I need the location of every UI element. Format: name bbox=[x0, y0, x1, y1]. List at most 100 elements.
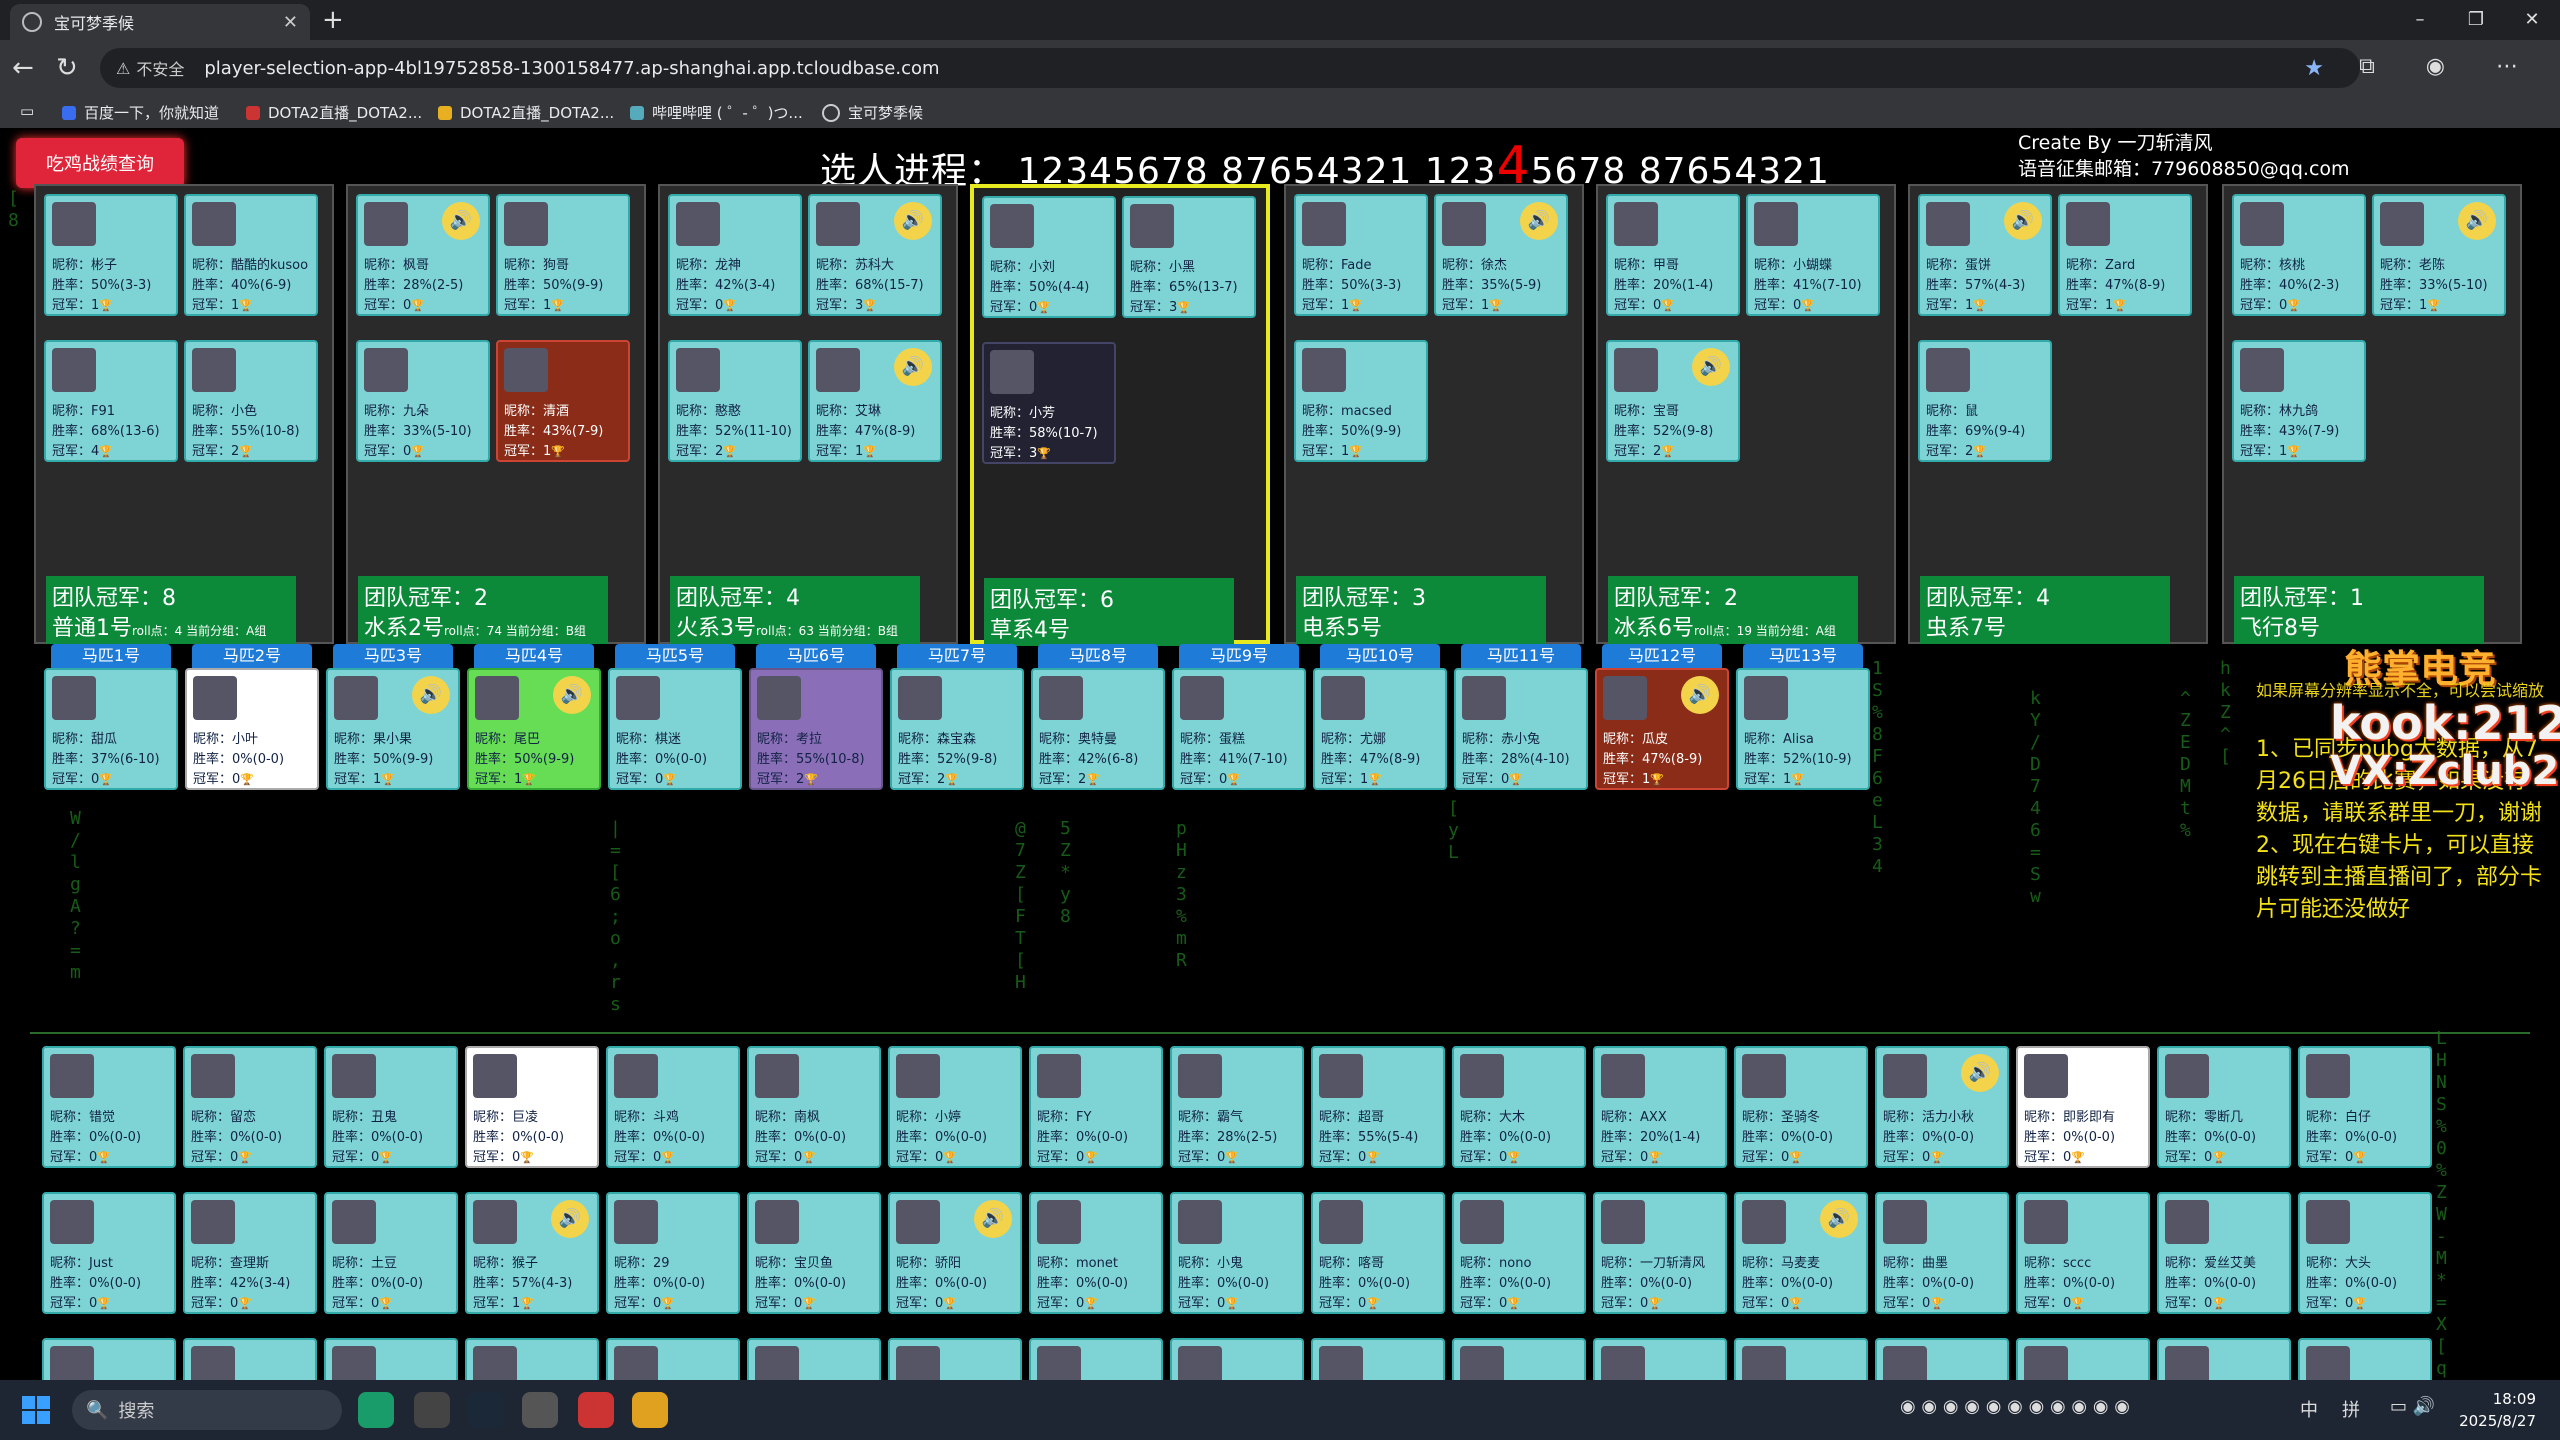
player-card[interactable]: 昵称：斗鸡 胜率：0%(0-0) 冠军：0🏆 bbox=[606, 1046, 740, 1168]
bookmark-3[interactable]: DOTA2直播_DOTA2... bbox=[438, 102, 614, 123]
player-card[interactable]: 昵称：龙神 胜率：42%(3-4) 冠军：0🏆 bbox=[668, 194, 802, 316]
player-card[interactable]: 昵称：憨憨 胜率：52%(11-10) 冠军：2🏆 bbox=[668, 340, 802, 462]
player-card[interactable]: 昵称：尤娜 胜率：47%(8-9) 冠军：1🏆 bbox=[1313, 668, 1447, 790]
speaker-icon[interactable]: 🔊 bbox=[1692, 348, 1730, 386]
app-icon[interactable] bbox=[414, 1392, 450, 1428]
player-card[interactable]: 昵称：Just 胜率：0%(0-0) 冠军：0🏆 bbox=[42, 1192, 176, 1314]
player-card[interactable]: 昵称：错觉 胜率：0%(0-0) 冠军：0🏆 bbox=[42, 1046, 176, 1168]
player-card[interactable]: 昵称：29 胜率：0%(0-0) 冠军：0🏆 bbox=[606, 1192, 740, 1314]
player-card[interactable]: 昵称：九朵 胜率：33%(5-10) 冠军：0🏆 bbox=[356, 340, 490, 462]
player-card[interactable]: 🔊 昵称：老陈 胜率：33%(5-10) 冠军：1🏆 bbox=[2372, 194, 2506, 316]
player-card[interactable]: 🔊 昵称：宝哥 胜率：52%(9-8) 冠军：2🏆 bbox=[1606, 340, 1740, 462]
speaker-icon[interactable]: 🔊 bbox=[551, 1200, 589, 1238]
player-card[interactable]: 昵称：彬子 胜率：50%(3-3) 冠军：1🏆 bbox=[44, 194, 178, 316]
player-card[interactable]: 昵称：monet 胜率：0%(0-0) 冠军：0🏆 bbox=[1029, 1192, 1163, 1314]
bookmark-5[interactable]: 宝可梦季候 bbox=[822, 102, 923, 123]
player-card[interactable]: 昵称：macsed 胜率：50%(9-9) 冠军：1🏆 bbox=[1294, 340, 1428, 462]
player-card[interactable]: 🔊 昵称：艾琳 胜率：47%(8-9) 冠军：1🏆 bbox=[808, 340, 942, 462]
player-card[interactable]: 昵称：甲哥 胜率：20%(1-4) 冠军：0🏆 bbox=[1606, 194, 1740, 316]
player-card[interactable]: 昵称：零断几 胜率：0%(0-0) 冠军：0🏆 bbox=[2157, 1046, 2291, 1168]
player-card[interactable]: 昵称：圣骑冬 胜率：0%(0-0) 冠军：0🏆 bbox=[1734, 1046, 1868, 1168]
player-card[interactable]: 昵称：Zard 胜率：47%(8-9) 冠军：1🏆 bbox=[2058, 194, 2192, 316]
speaker-icon[interactable]: 🔊 bbox=[2004, 202, 2042, 240]
player-card[interactable]: 🔊 昵称：苏科大 胜率：68%(15-7) 冠军：3🏆 bbox=[808, 194, 942, 316]
steam-icon[interactable] bbox=[468, 1392, 504, 1428]
player-card[interactable]: 🔊 昵称：猴子 胜率：57%(4-3) 冠军：1🏆 bbox=[465, 1192, 599, 1314]
bookmark-1[interactable]: 百度一下，你就知道 bbox=[62, 102, 219, 123]
player-card[interactable]: 昵称：鼠 胜率：69%(9-4) 冠军：2🏆 bbox=[1918, 340, 2052, 462]
player-card[interactable]: 昵称：森宝森 胜率：52%(9-8) 冠军：2🏆 bbox=[890, 668, 1024, 790]
browser-toolbar-icons[interactable]: ⧉ ◉ ⋯ bbox=[2359, 54, 2540, 79]
close-window-icon[interactable]: ✕ bbox=[2504, 0, 2560, 40]
player-card[interactable]: 昵称：清酒 胜率：43%(7-9) 冠军：1🏆 bbox=[496, 340, 630, 462]
reload-icon[interactable]: ↻ bbox=[56, 52, 78, 84]
player-card[interactable]: 昵称：sccc 胜率：0%(0-0) 冠军：0🏆 bbox=[2016, 1192, 2150, 1314]
player-card[interactable]: 昵称：赤小兔 胜率：28%(4-10) 冠军：0🏆 bbox=[1454, 668, 1588, 790]
ime-indicator[interactable]: 中 bbox=[2300, 1396, 2318, 1422]
player-card[interactable]: 昵称：狗哥 胜率：50%(9-9) 冠军：1🏆 bbox=[496, 194, 630, 316]
player-card[interactable]: 昵称：小鬼 胜率：0%(0-0) 冠军：0🏆 bbox=[1170, 1192, 1304, 1314]
bookmarks-icon[interactable]: ▭ bbox=[20, 102, 34, 120]
player-card[interactable]: 昵称：小蝴蝶 胜率：41%(7-10) 冠军：0🏆 bbox=[1746, 194, 1880, 316]
player-card[interactable]: 昵称：丑鬼 胜率：0%(0-0) 冠军：0🏆 bbox=[324, 1046, 458, 1168]
pubg-query-button[interactable]: 吃鸡战绩查询 bbox=[16, 138, 184, 188]
player-card[interactable]: 昵称：大木 胜率：0%(0-0) 冠军：0🏆 bbox=[1452, 1046, 1586, 1168]
player-card[interactable]: 🔊 昵称：瓜皮 胜率：47%(8-9) 冠军：1🏆 bbox=[1595, 668, 1729, 790]
player-card[interactable]: 昵称：AXX 胜率：20%(1-4) 冠军：0🏆 bbox=[1593, 1046, 1727, 1168]
player-card[interactable]: 🔊 昵称：活力小秋 胜率：0%(0-0) 冠军：0🏆 bbox=[1875, 1046, 2009, 1168]
speaker-icon[interactable]: 🔊 bbox=[894, 348, 932, 386]
player-card[interactable]: 🔊 昵称：徐杰 胜率：35%(5-9) 冠军：1🏆 bbox=[1434, 194, 1568, 316]
player-card[interactable]: 昵称：蛋糕 胜率：41%(7-10) 冠军：0🏆 bbox=[1172, 668, 1306, 790]
windows-start-icon[interactable] bbox=[22, 1396, 50, 1424]
player-card-partial[interactable] bbox=[42, 1338, 176, 1380]
speaker-icon[interactable]: 🔊 bbox=[1961, 1054, 1999, 1092]
player-card-partial[interactable] bbox=[465, 1338, 599, 1380]
player-card-partial[interactable] bbox=[1170, 1338, 1304, 1380]
player-card[interactable]: 🔊 昵称：枫哥 胜率：28%(2-5) 冠军：0🏆 bbox=[356, 194, 490, 316]
edge-icon[interactable] bbox=[358, 1392, 394, 1428]
player-card[interactable]: 昵称：小芳 胜率：58%(10-7) 冠军：3🏆 bbox=[982, 342, 1116, 464]
player-card[interactable]: 昵称：小叶 胜率：0%(0-0) 冠军：0🏆 bbox=[185, 668, 319, 790]
player-card[interactable]: 昵称：超哥 胜率：55%(5-4) 冠军：0🏆 bbox=[1311, 1046, 1445, 1168]
speaker-icon[interactable]: 🔊 bbox=[553, 676, 591, 714]
app-icon[interactable] bbox=[578, 1392, 614, 1428]
player-card[interactable]: 昵称：奥特曼 胜率：42%(6-8) 冠军：2🏆 bbox=[1031, 668, 1165, 790]
app-icon[interactable] bbox=[522, 1392, 558, 1428]
taskbar-search[interactable]: 🔍 搜索 bbox=[72, 1390, 342, 1430]
bookmark-2[interactable]: DOTA2直播_DOTA2... bbox=[246, 102, 422, 123]
player-card[interactable]: 昵称：甜瓜 胜率：37%(6-10) 冠军：0🏆 bbox=[44, 668, 178, 790]
restore-icon[interactable]: ❐ bbox=[2448, 0, 2504, 40]
player-card[interactable]: 🔊 昵称：蛋饼 胜率：57%(4-3) 冠军：1🏆 bbox=[1918, 194, 2052, 316]
speaker-icon[interactable]: 🔊 bbox=[1520, 202, 1558, 240]
player-card[interactable]: 昵称：留恋 胜率：0%(0-0) 冠军：0🏆 bbox=[183, 1046, 317, 1168]
speaker-icon[interactable]: 🔊 bbox=[894, 202, 932, 240]
network-volume-icons[interactable]: ▭ 🔊 bbox=[2390, 1396, 2435, 1417]
speaker-icon[interactable]: 🔊 bbox=[1820, 1200, 1858, 1238]
player-card-partial[interactable] bbox=[2016, 1338, 2150, 1380]
player-card-partial[interactable] bbox=[1734, 1338, 1868, 1380]
player-card-partial[interactable] bbox=[2157, 1338, 2291, 1380]
player-card[interactable]: 昵称：考拉 胜率：55%(10-8) 冠军：2🏆 bbox=[749, 668, 883, 790]
player-card[interactable]: 昵称：小色 胜率：55%(10-8) 冠军：2🏆 bbox=[184, 340, 318, 462]
speaker-icon[interactable]: 🔊 bbox=[442, 202, 480, 240]
player-card-partial[interactable] bbox=[1452, 1338, 1586, 1380]
player-card[interactable]: 昵称：Fade 胜率：50%(3-3) 冠军：1🏆 bbox=[1294, 194, 1428, 316]
speaker-icon[interactable]: 🔊 bbox=[412, 676, 450, 714]
player-card[interactable]: 昵称：酷酷的kusoo 胜率：40%(6-9) 冠军：1🏆 bbox=[184, 194, 318, 316]
minimize-icon[interactable]: – bbox=[2392, 0, 2448, 40]
player-card-partial[interactable] bbox=[1311, 1338, 1445, 1380]
player-card[interactable]: 🔊 昵称：马麦麦 胜率：0%(0-0) 冠军：0🏆 bbox=[1734, 1192, 1868, 1314]
player-card[interactable]: 昵称：大头 胜率：0%(0-0) 冠军：0🏆 bbox=[2298, 1192, 2432, 1314]
player-card-partial[interactable] bbox=[1593, 1338, 1727, 1380]
player-card[interactable]: 🔊 昵称：果小果 胜率：50%(9-9) 冠军：1🏆 bbox=[326, 668, 460, 790]
player-card[interactable]: 昵称：小黑 胜率：65%(13-7) 冠军：3🏆 bbox=[1122, 196, 1256, 318]
player-card-partial[interactable] bbox=[2298, 1338, 2432, 1380]
player-card-partial[interactable] bbox=[324, 1338, 458, 1380]
player-card[interactable]: 昵称：核桃 胜率：40%(2-3) 冠军：0🏆 bbox=[2232, 194, 2366, 316]
player-card[interactable]: 昵称：小刘 胜率：50%(4-4) 冠军：0🏆 bbox=[982, 196, 1116, 318]
player-card[interactable]: 🔊 昵称：尾巴 胜率：50%(9-9) 冠军：1🏆 bbox=[467, 668, 601, 790]
speaker-icon[interactable]: 🔊 bbox=[974, 1200, 1012, 1238]
player-card-partial[interactable] bbox=[888, 1338, 1022, 1380]
player-card-partial[interactable] bbox=[1029, 1338, 1163, 1380]
player-card[interactable]: 昵称：nono 胜率：0%(0-0) 冠军：0🏆 bbox=[1452, 1192, 1586, 1314]
